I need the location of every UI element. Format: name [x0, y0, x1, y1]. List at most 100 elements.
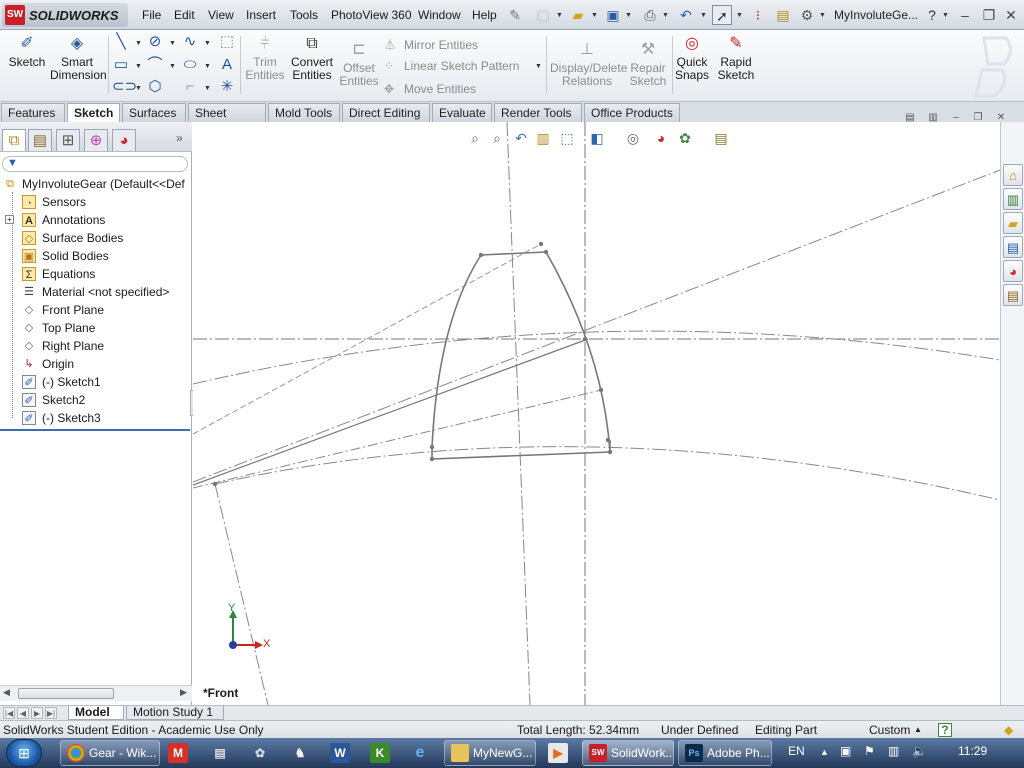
sketch-point[interactable] — [212, 481, 218, 487]
tree-item-sketch1[interactable]: ✐ (-) Sketch1 — [0, 373, 192, 391]
previous-view-icon[interactable]: ↶ — [511, 128, 531, 148]
chevron-down-icon[interactable]: ▼ — [135, 63, 142, 70]
sketch-point[interactable] — [429, 444, 435, 450]
menu-help[interactable]: Help — [472, 8, 497, 22]
chevron-down-icon[interactable]: ▼ — [942, 12, 949, 19]
zoom-to-fit-icon[interactable]: ⌕ — [465, 128, 485, 148]
polygon-icon[interactable]: ⬡ — [146, 78, 164, 96]
sketch-point[interactable] — [538, 241, 544, 247]
chevron-down-icon[interactable]: ▼ — [204, 85, 211, 92]
dimxpert-manager-icon[interactable]: ⊕ — [84, 129, 108, 151]
menu-tools[interactable]: Tools — [290, 8, 318, 22]
menu-file[interactable]: File — [142, 8, 161, 22]
menu-window[interactable]: Window — [418, 8, 461, 22]
property-manager-icon[interactable]: ▤ — [28, 129, 52, 151]
mirror-entities-button[interactable]: ⏃ Mirror Entities — [384, 36, 478, 53]
rollback-bar[interactable] — [0, 429, 190, 431]
text-icon[interactable]: A — [218, 56, 236, 74]
chevron-down-icon[interactable]: ▼ — [135, 40, 142, 47]
tree-item-annotations[interactable]: + A Annotations — [0, 211, 192, 229]
scroll-right-icon[interactable]: ▶ — [180, 687, 187, 698]
doc-minimize-icon[interactable]: – — [948, 112, 964, 124]
save-icon[interactable]: ▣ — [603, 5, 623, 25]
solidworks-logo[interactable]: SW SOLIDWORKS — [2, 3, 128, 27]
options-icon[interactable]: ⚙ — [797, 5, 817, 25]
new-document-icon[interactable]: ▢ — [533, 5, 553, 25]
zoom-to-area-icon[interactable]: ⌕ — [487, 128, 507, 148]
convert-entities-button[interactable]: ⧉ Convert Entities — [289, 34, 335, 82]
sketch-button[interactable]: ✐ Sketch — [6, 34, 48, 69]
chevron-up-icon[interactable]: ▲ — [914, 721, 922, 739]
tab-sheet-metal[interactable]: Sheet Metal — [188, 103, 266, 134]
construction-geometry-icon[interactable]: ⬚ — [218, 33, 236, 51]
gmail-icon[interactable]: M — [168, 743, 188, 763]
graphics-area[interactable]: Y X ⌕ ⌕ ↶ ▥ ⬚ ◧ ◎ ◕ ✿ ▤ *Front — [193, 122, 1000, 705]
expand-panel-icon[interactable]: » — [176, 131, 183, 145]
clock[interactable]: 11:29 — [958, 744, 987, 758]
help-icon[interactable]: ? — [938, 723, 952, 737]
tree-root-part[interactable]: ⧉ MyInvoluteGear (Default<<Def — [0, 175, 192, 193]
tab-office-products[interactable]: Office Products — [584, 103, 680, 122]
taskbar-item-folder[interactable]: MyNewG... — [444, 740, 536, 766]
close-window-icon[interactable]: ✕ — [1001, 5, 1021, 25]
spline-icon[interactable]: ∿ — [181, 33, 199, 51]
tab-sketch[interactable]: Sketch — [67, 103, 120, 122]
menu-view[interactable]: View — [208, 8, 234, 22]
section-view-icon[interactable]: ▥ — [533, 128, 553, 148]
trim-entities-button[interactable]: ⫩ Trim Entities — [244, 34, 286, 82]
line-icon[interactable]: ╲ — [112, 33, 130, 51]
start-button[interactable]: ⊞ — [6, 739, 42, 767]
chevron-down-icon[interactable]: ▼ — [591, 12, 598, 19]
tag-icon[interactable]: ◆ — [1004, 721, 1013, 739]
tab-surfaces[interactable]: Surfaces — [122, 103, 186, 122]
chevron-down-icon[interactable]: ▼ — [169, 40, 176, 47]
sketch-point[interactable] — [429, 456, 435, 462]
apply-scene-icon[interactable]: ✿ — [675, 128, 695, 148]
tree-item-origin[interactable]: ↳ Origin — [0, 355, 192, 373]
taskbar-item-solidworks[interactable]: SW SolidWork... — [582, 740, 674, 766]
chevron-down-icon[interactable]: ▼ — [556, 12, 563, 19]
smart-dimension-button[interactable]: ◈ Smart Dimension — [50, 34, 107, 82]
internet-explorer-icon[interactable]: e — [410, 743, 430, 763]
action-center-flag-icon[interactable]: ⚑ — [864, 744, 875, 758]
file-explorer-icon[interactable]: ▰ — [1003, 212, 1023, 234]
scrollbar-thumb[interactable] — [18, 688, 114, 699]
units-selector[interactable]: Custom — [869, 721, 910, 739]
slot-icon[interactable]: ⊂⊃ — [112, 78, 137, 96]
tray-app-icon[interactable]: ▣ — [840, 744, 851, 758]
tab-motion-study-1[interactable]: Motion Study 1 — [126, 706, 224, 720]
chevron-down-icon[interactable]: ▼ — [204, 63, 211, 70]
print-icon[interactable]: ⎙ — [640, 5, 660, 25]
volume-icon[interactable]: 🔈 — [912, 744, 927, 758]
tree-item-material[interactable]: ☰ Material <not specified> — [0, 283, 192, 301]
rebuild-traffic-light-icon[interactable]: ⁝ — [748, 5, 768, 25]
design-library-icon[interactable]: ▥ — [1003, 188, 1023, 210]
restore-window-icon[interactable]: ❐ — [979, 5, 999, 25]
sketch-point[interactable] — [543, 249, 549, 255]
media-icon[interactable]: ▤ — [210, 743, 230, 763]
arc-icon[interactable]: ⌒ — [146, 56, 164, 74]
prev-tab-icon[interactable]: ◀ — [17, 707, 29, 719]
tree-item-surface-bodies[interactable]: ◇ Surface Bodies — [0, 229, 192, 247]
tab-model[interactable]: Model — [68, 706, 124, 720]
scroll-left-icon[interactable]: ◀ — [3, 687, 10, 698]
fillet-icon[interactable]: ⌐ — [181, 78, 199, 96]
view-orientation-icon[interactable]: ⬚ — [557, 128, 577, 148]
tab-render-tools[interactable]: Render Tools — [494, 103, 582, 122]
solidworks-resources-icon[interactable]: ⌂ — [1003, 164, 1023, 186]
repair-sketch-button[interactable]: ⚒ Repair Sketch — [628, 40, 668, 88]
file-properties-icon[interactable]: ▤ — [773, 5, 793, 25]
sketch-point[interactable] — [478, 252, 484, 258]
rapid-sketch-button[interactable]: ✎ Rapid Sketch — [716, 34, 756, 82]
open-folder-icon[interactable]: ▰ — [568, 5, 588, 25]
next-tab-icon[interactable]: ▶ — [31, 707, 43, 719]
rectangle-icon[interactable]: ▭ — [112, 56, 130, 74]
chevron-down-icon[interactable]: ▼ — [204, 40, 211, 47]
configuration-manager-icon[interactable]: ⊞ — [56, 129, 80, 151]
point-icon[interactable]: ✳ — [218, 78, 236, 96]
chevron-down-icon[interactable]: ▼ — [662, 12, 669, 19]
help-icon[interactable]: ? — [922, 5, 942, 25]
tree-item-equations[interactable]: Σ Equations — [0, 265, 192, 283]
tree-item-top-plane[interactable]: ◇ Top Plane — [0, 319, 192, 337]
display-manager-icon[interactable]: ◕ — [112, 129, 136, 151]
